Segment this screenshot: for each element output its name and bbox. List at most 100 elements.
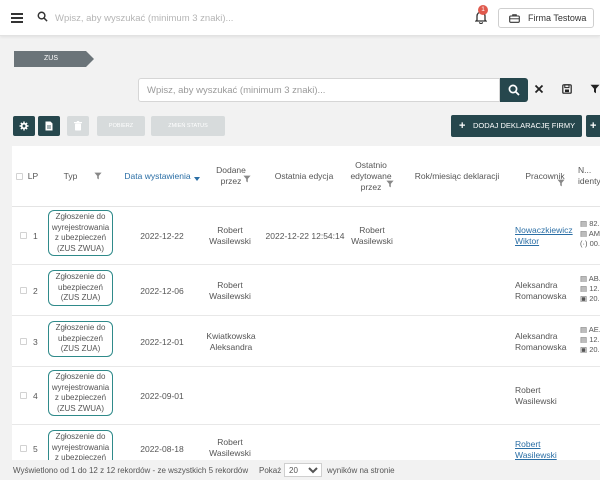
row-checkbox[interactable]: [20, 287, 27, 294]
signal-icon: (·) 00...: [580, 239, 600, 248]
row-last-edit: 2022-12-22 12:54:14: [265, 231, 345, 241]
id-card-icon: ▣ 20...: [580, 294, 600, 303]
id-card-icon: ▤ AB...: [580, 274, 600, 283]
row-identifiers: ▤ AE... ▤ 12... ▣ 20...: [580, 325, 600, 355]
row-checkbox[interactable]: [20, 232, 27, 239]
row-checkbox[interactable]: [20, 392, 27, 399]
trash-icon: [74, 121, 82, 131]
company-name: Firma Testowa: [528, 13, 587, 23]
plus-icon: +: [459, 120, 466, 132]
row-employee-link[interactable]: Robert Wasilewski: [515, 439, 571, 460]
column-header-typ[interactable]: Typ: [50, 146, 116, 206]
row-employee: Aleksandra Romanowska: [515, 280, 567, 301]
row-lp: 3: [33, 337, 38, 347]
add-declaration-button[interactable]: + DODAJ DEKLARACJĘ FIRMY: [451, 115, 582, 137]
select-all-checkbox[interactable]: [15, 172, 23, 180]
filter-icon[interactable]: [590, 84, 600, 96]
row-lp: 5: [33, 444, 38, 454]
download-button[interactable]: POBIERZ: [97, 116, 145, 136]
row-date: 2022-09-01: [140, 391, 184, 401]
declarations-table: LP Typ Data wystawienia Dodane przez Ost…: [12, 146, 600, 460]
column-header-data[interactable]: Data wystawienia: [122, 146, 202, 206]
save-filter-icon[interactable]: [562, 84, 572, 96]
filter-icon[interactable]: [386, 180, 394, 188]
id-card-icon: ▤ AM...: [580, 229, 600, 238]
row-date: 2022-12-01: [140, 337, 184, 347]
export-button[interactable]: [38, 116, 60, 136]
row-added-by: Robert Wasilewski: [209, 225, 251, 246]
column-data-label: Data wystawienia: [124, 170, 191, 181]
settings-button[interactable]: [13, 116, 35, 136]
table-row[interactable]: 2 Zgłoszenie do ubezpieczeń (ZUS ZUA) 20…: [12, 265, 600, 316]
show-label: Pokaż: [259, 466, 282, 475]
top-bar: 1 Firma Testowa: [0, 0, 600, 36]
id-card-icon: ▤ AE...: [580, 325, 600, 334]
search-icon: [508, 84, 520, 96]
row-employee-link[interactable]: Nowaczkiewicz Wiktor: [515, 225, 573, 247]
column-header-edycja[interactable]: Ostatnia edycja: [265, 146, 343, 206]
column-header-ident[interactable]: N... identy...: [578, 146, 600, 206]
column-header-edytowane[interactable]: Ostatnio edytowane przez: [344, 146, 398, 206]
row-date: 2022-12-22: [140, 231, 184, 241]
add-declaration-label: DODAJ DEKLARACJĘ FIRMY: [473, 121, 576, 130]
records-info: Wyświetlono od 1 do 12 z 12 rekordów - z…: [13, 466, 249, 475]
row-identifiers: ▤ 82... ▤ AM... (·) 00...: [580, 219, 600, 249]
search-button[interactable]: [500, 78, 528, 102]
notification-badge: 1: [478, 5, 488, 15]
column-header-pracownik[interactable]: Pracownik: [512, 146, 578, 206]
column-typ-label: Typ: [63, 170, 78, 181]
id-card-icon: ▣ 20...: [580, 345, 600, 354]
type-tag[interactable]: Zgłoszenie do ubezpieczeń (ZUS ZUA): [48, 270, 113, 306]
row-added-by: Robert Wasilewski: [209, 280, 251, 301]
column-header-lp[interactable]: LP: [12, 146, 42, 206]
document-icon: [45, 121, 53, 131]
search-field: [138, 78, 500, 102]
row-date: 2022-08-18: [140, 444, 184, 454]
table-footer: Wyświetlono od 1 do 12 z 12 rekordów - z…: [0, 460, 600, 480]
filter-icon[interactable]: [557, 179, 565, 187]
row-lp: 1: [33, 231, 38, 241]
row-added-by: Robert Wasilewski: [209, 437, 251, 458]
table-row[interactable]: 5 Zgłoszenie do wyrejestrowania z ubezpi…: [12, 425, 600, 460]
column-edycja-label: Ostatnia edycja: [274, 170, 334, 181]
table-row[interactable]: 1 Zgłoszenie do wyrejestrowania z ubezpi…: [12, 207, 600, 265]
type-tag[interactable]: Zgłoszenie do ubezpieczeń (ZUS ZUA): [48, 321, 113, 357]
briefcase-icon: [509, 14, 520, 23]
search-input[interactable]: [147, 83, 487, 98]
column-header-dodane[interactable]: Dodane przez: [205, 146, 257, 206]
table-row[interactable]: 4 Zgłoszenie do wyrejestrowania z ubezpi…: [12, 367, 600, 425]
menu-icon[interactable]: [11, 13, 23, 23]
column-lp-label: LP: [27, 170, 39, 181]
change-status-button[interactable]: ZMIEŃ STATUS: [151, 116, 225, 136]
row-employee: Aleksandra Romanowska: [515, 331, 567, 352]
table-row[interactable]: 3 Zgłoszenie do ubezpieczeń (ZUS ZUA) 20…: [12, 316, 600, 367]
type-tag[interactable]: Zgłoszenie do wyrejestrowania z ubezpiec…: [48, 210, 113, 256]
page-size-select[interactable]: 20: [284, 463, 322, 477]
type-tag[interactable]: Zgłoszenie do wyrejestrowania z ubezpiec…: [48, 370, 113, 416]
search-icon: [37, 11, 48, 24]
add-button[interactable]: +: [586, 115, 600, 137]
column-ident-label: N... identy...: [578, 165, 600, 186]
id-card-icon: ▤ 82...: [580, 219, 600, 228]
per-page-label: wyników na stronie: [327, 466, 395, 475]
row-added-by: Kwiatkowska Aleksandra: [206, 331, 256, 352]
id-card-icon: ▤ 12...: [580, 335, 600, 344]
filter-icon[interactable]: [94, 172, 102, 180]
row-lp: 4: [33, 391, 38, 401]
type-tag[interactable]: Zgłoszenie do wyrejestrowania z ubezpiec…: [48, 430, 113, 460]
clear-search-icon[interactable]: [534, 84, 544, 96]
column-header-rok[interactable]: Rok/miesiąc deklaracji: [402, 146, 512, 206]
filter-icon[interactable]: [243, 175, 251, 183]
breadcrumb[interactable]: ZUS: [14, 51, 94, 67]
row-identifiers: ▤ AB... ▤ 12... ▣ 20...: [580, 274, 600, 304]
id-card-icon: ▤ 12...: [580, 284, 600, 293]
company-selector-button[interactable]: Firma Testowa: [498, 8, 594, 28]
global-search-input[interactable]: [55, 10, 355, 26]
delete-button[interactable]: [67, 116, 89, 136]
gear-icon: [19, 121, 29, 131]
column-rok-label: Rok/miesiąc deklaracji: [414, 170, 500, 181]
row-checkbox[interactable]: [20, 338, 27, 345]
sort-desc-icon[interactable]: [193, 176, 200, 182]
row-lp: 2: [33, 286, 38, 296]
row-checkbox[interactable]: [20, 445, 27, 452]
